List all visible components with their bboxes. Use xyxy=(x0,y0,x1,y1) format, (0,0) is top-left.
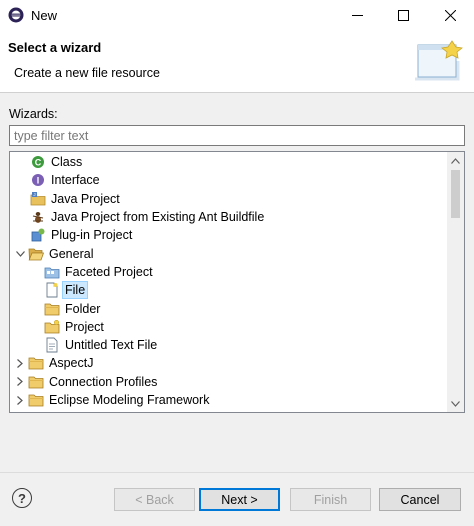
wizard-header: Select a wizard Create a new file resour… xyxy=(0,31,474,93)
finish-button[interactable]: Finish xyxy=(290,488,371,511)
folder-icon xyxy=(28,374,44,390)
tree-item-label: AspectJ xyxy=(49,356,94,371)
chevron-right-icon[interactable] xyxy=(14,412,26,413)
wizard-tree[interactable]: C Class I Interface J Java Project Java Projec… xyxy=(9,151,465,413)
tree-item[interactable]: Faceted Project xyxy=(10,263,447,281)
text-file-icon xyxy=(44,337,60,353)
filter-input[interactable] xyxy=(9,125,465,146)
interface-icon: I xyxy=(30,172,46,188)
tree-item-label: Connection Profiles xyxy=(49,374,158,389)
tree-item[interactable]: Plug-in Project xyxy=(10,226,447,244)
tree-item[interactable]: I Interface xyxy=(10,171,447,189)
tree-item-label: File xyxy=(61,281,89,300)
faceted-project-icon xyxy=(44,264,60,280)
minimize-icon xyxy=(351,15,363,16)
tree-rows: C Class I Interface J Java Project Java Projec… xyxy=(10,152,447,413)
tree-item[interactable]: Untitled Text File xyxy=(10,336,447,354)
new-wizard-banner-icon xyxy=(415,40,463,81)
tree-item-label: Faceted Project xyxy=(65,264,153,279)
ant-project-icon xyxy=(30,209,46,225)
plugin-project-icon xyxy=(30,227,46,243)
tree-item-label: Untitled Text File xyxy=(65,338,158,353)
scrollbar-thumb[interactable] xyxy=(451,170,460,218)
close-icon xyxy=(444,10,456,21)
back-button[interactable]: < Back xyxy=(114,488,195,511)
tree-item-label: Java Project xyxy=(51,191,120,206)
tree-item-label: Plug-in Project xyxy=(51,228,133,243)
tree-item-label: Interface xyxy=(51,173,100,188)
tree-item[interactable]: Project xyxy=(10,318,447,336)
svg-text:C: C xyxy=(35,158,42,168)
chevron-right-icon[interactable] xyxy=(14,376,26,388)
folder-icon xyxy=(28,410,44,412)
next-button[interactable]: Next > xyxy=(199,488,280,511)
svg-text:I: I xyxy=(37,176,40,186)
tree-item[interactable]: AspectJ xyxy=(10,354,447,372)
tree-item[interactable]: Connection Profiles xyxy=(10,373,447,391)
tree-item[interactable]: EJB xyxy=(10,409,447,413)
scroll-down-icon[interactable] xyxy=(447,395,464,412)
vertical-scrollbar[interactable] xyxy=(447,152,464,412)
minimize-button[interactable] xyxy=(334,0,380,31)
tree-item[interactable]: General xyxy=(10,244,447,262)
window-title: New xyxy=(31,8,58,23)
folder-icon xyxy=(28,392,44,408)
page-title: Select a wizard xyxy=(8,40,102,55)
tree-item-label: EJB xyxy=(47,410,74,412)
chevron-right-icon[interactable] xyxy=(14,394,26,406)
folder-icon xyxy=(44,301,60,317)
file-icon xyxy=(44,282,60,298)
chevron-down-icon[interactable] xyxy=(14,248,26,260)
close-button[interactable] xyxy=(427,0,473,31)
class-icon: C xyxy=(30,154,46,170)
java-project-icon: J xyxy=(30,191,46,207)
maximize-button[interactable] xyxy=(380,0,426,31)
cancel-button[interactable]: Cancel xyxy=(379,488,461,511)
wizards-label: Wizards: xyxy=(9,107,58,121)
folder-open-icon xyxy=(28,246,44,262)
tree-item[interactable]: C Class xyxy=(10,153,447,171)
tree-item[interactable]: Eclipse Modeling Framework xyxy=(10,391,447,409)
chevron-right-icon[interactable] xyxy=(14,357,26,369)
tree-item-label: Project xyxy=(65,319,104,334)
tree-item[interactable]: J Java Project xyxy=(10,190,447,208)
tree-item-label: Eclipse Modeling Framework xyxy=(49,393,210,407)
maximize-icon xyxy=(397,10,409,21)
tree-item[interactable]: File xyxy=(10,281,447,300)
help-button[interactable]: ? xyxy=(12,488,32,508)
tree-item[interactable]: Java Project from Existing Ant Buildfile xyxy=(10,208,447,226)
tree-item-label: Java Project from Existing Ant Buildfile xyxy=(51,210,265,225)
tree-item-label: Class xyxy=(51,155,83,170)
tree-item[interactable]: Folder xyxy=(10,299,447,317)
page-subtitle: Create a new file resource xyxy=(14,66,160,80)
folder-icon xyxy=(28,355,44,371)
tree-item-label: Folder xyxy=(65,301,101,316)
title-bar: New xyxy=(0,0,474,31)
svg-text:J: J xyxy=(33,192,35,197)
scroll-up-icon[interactable] xyxy=(447,152,464,169)
eclipse-app-icon xyxy=(8,7,24,23)
help-icon: ? xyxy=(18,490,26,506)
button-bar-separator xyxy=(0,472,474,473)
project-icon xyxy=(44,319,60,335)
tree-item-label: General xyxy=(49,246,94,261)
